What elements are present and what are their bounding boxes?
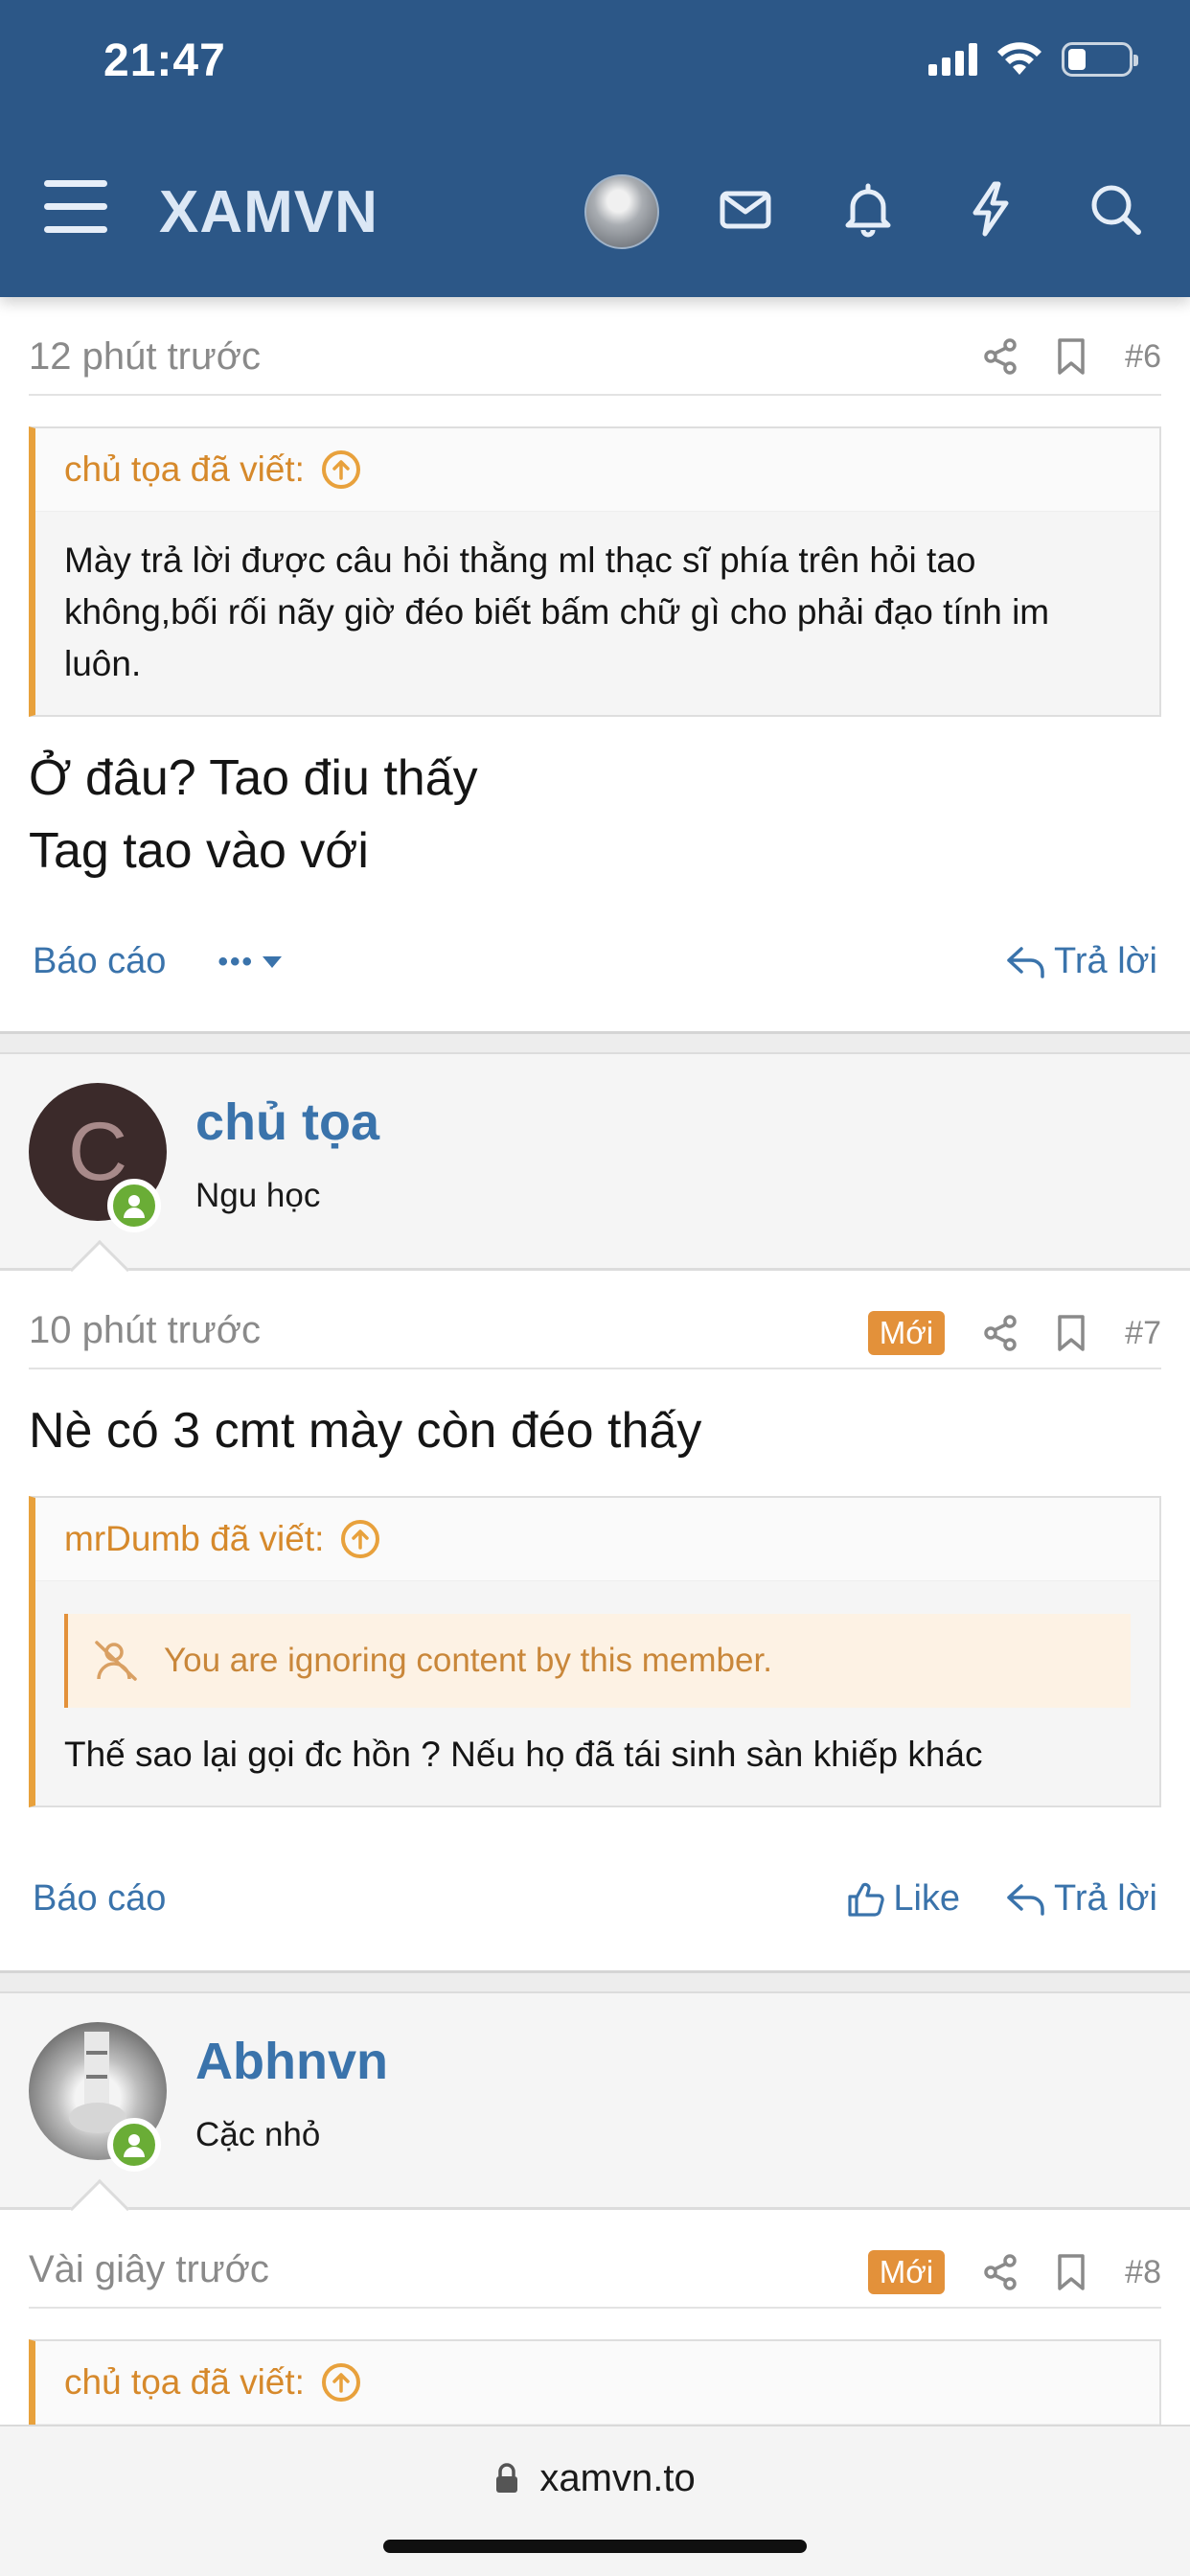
post-actions: Mới #8	[867, 2250, 1161, 2294]
post-footer: Báo cáo ••• Trả lời	[33, 887, 1157, 1031]
wifi-icon	[997, 42, 1041, 75]
thumbs-up-icon	[848, 1882, 885, 1917]
quote-header: mrDumb đã viết:	[35, 1498, 1159, 1581]
browser-url-bar: xamvn.to	[0, 2425, 1190, 2576]
quote-author[interactable]: chủ tọa đã viết:	[64, 2362, 305, 2403]
post-meta: Vài giây trước Mới #8	[29, 2210, 1161, 2309]
quote-text: Mày trả lời được câu hỏi thằng ml thạc s…	[35, 512, 1159, 715]
reply-label: Trả lời	[1054, 941, 1157, 981]
report-link[interactable]: Báo cáo	[33, 941, 166, 982]
user-title: Ngu học	[195, 1177, 321, 1214]
like-button[interactable]: Like	[847, 1878, 960, 1920]
post-text: Nè có 3 cmt mày còn đéo thấy	[29, 1403, 702, 1459]
post-meta: 12 phút trước #6	[29, 297, 1161, 396]
post-text-line: Tag tao vào với	[29, 823, 369, 879]
user-block: C chủ tọa Ngu học	[0, 1054, 1190, 1300]
url-text: xamvn.to	[539, 2456, 696, 2499]
site-title[interactable]: XAMVN	[159, 178, 378, 246]
quote-block: chủ tọa đã viết: Mày trả lời được câu hỏ…	[29, 426, 1161, 717]
post-separator	[0, 1031, 1190, 1054]
reply-label: Trả lời	[1054, 1878, 1157, 1919]
reply-icon	[1007, 1883, 1044, 1916]
user-title: Cặc nhỏ	[195, 2116, 321, 2153]
report-link[interactable]: Báo cáo	[33, 1878, 166, 1920]
muted-user-icon	[95, 1641, 137, 1681]
ignore-notice: You are ignoring content by this member.	[64, 1614, 1131, 1708]
post-number[interactable]: #7	[1125, 1315, 1161, 1352]
mail-icon[interactable]	[717, 180, 774, 238]
new-badge: Mới	[867, 2250, 946, 2294]
online-status-icon	[107, 1179, 161, 1232]
quote-text: Thế sao lại gọi đc hồn ? Nếu họ đã tái s…	[64, 1735, 983, 1774]
account-avatar[interactable]	[584, 174, 659, 249]
search-icon[interactable]	[1087, 180, 1144, 238]
online-status-icon	[107, 2118, 161, 2172]
app-header: 21:47 XAMVN	[0, 0, 1190, 297]
quote-author[interactable]: mrDumb đã viết:	[64, 1519, 324, 1559]
status-icons	[928, 42, 1138, 77]
share-icon[interactable]	[983, 2254, 1018, 2290]
post-number[interactable]: #8	[1125, 2254, 1161, 2291]
post-actions: Mới #7	[867, 1311, 1161, 1355]
home-indicator[interactable]	[383, 2540, 807, 2553]
reply-icon	[1007, 946, 1044, 978]
lock-icon	[496, 2463, 518, 2494]
post-time[interactable]: Vài giây trước	[29, 2248, 269, 2291]
quote-author[interactable]: chủ tọa đã viết:	[64, 449, 305, 490]
avatar-initial: C	[67, 1106, 128, 1198]
reply-button[interactable]: Trả lời	[1006, 1878, 1157, 1920]
bookmark-icon[interactable]	[1056, 1314, 1087, 1352]
quote-content: You are ignoring content by this member.…	[35, 1581, 1159, 1806]
username[interactable]: chủ tọa	[195, 1092, 379, 1152]
user-block: Abhnvn Cặc nhỏ	[0, 1993, 1190, 2240]
quote-header: chủ tọa đã viết:	[35, 2341, 1159, 2425]
post-footer-right: Trả lời	[1006, 941, 1157, 982]
post-number[interactable]: #6	[1125, 338, 1161, 376]
battery-level	[1068, 49, 1086, 70]
share-icon[interactable]	[983, 338, 1018, 375]
post-body: Ở đâu? Tao điu thấy Tag tao vào với	[29, 742, 1161, 887]
quote-header: chủ tọa đã viết:	[35, 428, 1159, 512]
bell-icon[interactable]	[839, 180, 897, 238]
url-display[interactable]: xamvn.to	[0, 2455, 1190, 2500]
lightning-icon[interactable]	[962, 180, 1019, 238]
post-time[interactable]: 10 phút trước	[29, 1309, 261, 1352]
quote-block: mrDumb đã viết: You are ignoring content…	[29, 1496, 1161, 1807]
more-dots: •••	[217, 945, 254, 978]
new-badge: Mới	[867, 1311, 946, 1355]
arrow-up-circle-icon[interactable]	[321, 450, 360, 489]
share-icon[interactable]	[983, 1315, 1018, 1351]
caret-down-icon	[262, 955, 282, 968]
post-separator	[0, 1970, 1190, 1993]
ignore-notice-text: You are ignoring content by this member.	[164, 1642, 772, 1679]
menu-icon[interactable]	[44, 180, 109, 234]
like-label: Like	[893, 1878, 961, 1919]
arrow-up-circle-icon[interactable]	[321, 2363, 360, 2402]
thread-content: 12 phút trước #6 chủ tọa đã viết: Mày tr…	[0, 297, 1190, 2576]
status-time: 21:47	[103, 35, 226, 86]
arrow-up-circle-icon[interactable]	[341, 1520, 380, 1558]
username[interactable]: Abhnvn	[195, 2032, 388, 2091]
reply-button[interactable]: Trả lời	[1006, 941, 1157, 982]
post-7: 10 phút trước Mới #7 Nè có 3 cmt mày còn…	[0, 1271, 1190, 1970]
post-footer-left: Báo cáo	[33, 1878, 166, 1920]
post-time[interactable]: 12 phút trước	[29, 335, 261, 379]
bookmark-icon[interactable]	[1056, 337, 1087, 376]
post-footer-left: Báo cáo •••	[33, 941, 283, 982]
post-6: 12 phút trước #6 chủ tọa đã viết: Mày tr…	[0, 297, 1190, 1031]
more-menu-button[interactable]: •••	[217, 946, 283, 978]
battery-icon	[1062, 42, 1138, 77]
post-footer: Báo cáo Like Trả lời	[33, 1807, 1157, 1970]
post-text-line: Ở đâu? Tao điu thấy	[29, 750, 478, 806]
post-meta: 10 phút trước Mới #7	[29, 1271, 1161, 1369]
post-footer-right: Like Trả lời	[847, 1878, 1157, 1920]
cellular-signal-icon	[928, 43, 977, 76]
bookmark-icon[interactable]	[1056, 2253, 1087, 2291]
post-actions: #6	[983, 337, 1161, 376]
